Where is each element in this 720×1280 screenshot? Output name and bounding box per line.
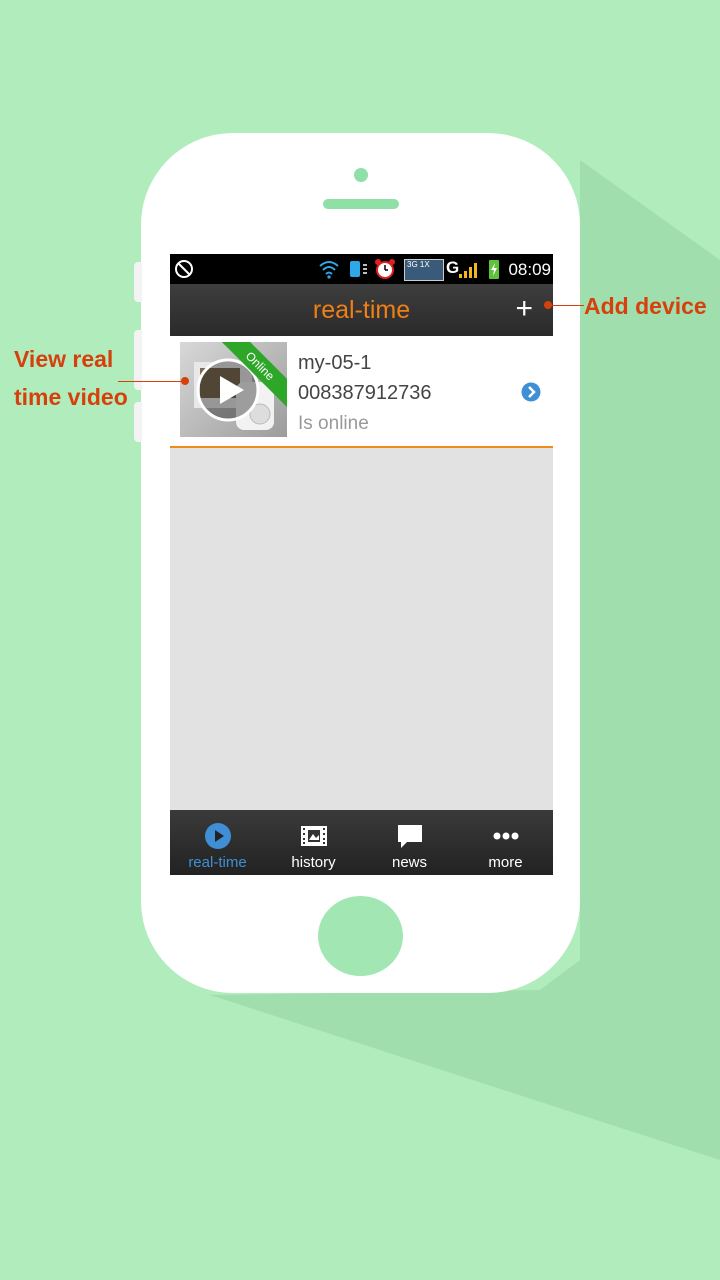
tab-label: history [291, 854, 336, 871]
device-status: Is online [298, 413, 369, 434]
bottom-tab-bar: real-time history news more [170, 810, 553, 875]
chat-bubble-icon [398, 825, 422, 848]
wifi-icon [319, 261, 339, 279]
phone-camera [354, 168, 368, 182]
network-badge: 3G 1X [404, 259, 444, 281]
annotation-view-video-line2: time video [14, 384, 128, 410]
annotation-connector [548, 305, 584, 306]
tab-label: real-time [188, 854, 247, 871]
more-dots-icon [493, 832, 519, 840]
annotation-dot [181, 377, 189, 385]
network-badge-text: 3G 1X [407, 260, 430, 269]
annotation-view-video-line1: View real [14, 346, 114, 372]
alarm-icon [375, 259, 395, 279]
tab-more[interactable]: more [458, 810, 553, 875]
device-id: 008387912736 [298, 382, 432, 404]
status-time: 08:09 [508, 260, 551, 279]
device-thumbnail[interactable]: Online [180, 342, 287, 437]
film-icon [301, 826, 327, 846]
play-circle-icon [205, 823, 231, 849]
app-screen: 3G 1X G 08:09 real-time + Online my-05-1… [170, 254, 553, 875]
phone-home-button [318, 896, 403, 976]
device-list-item[interactable]: Online my-05-1 008387912736 Is online [170, 336, 553, 448]
annotation-add-device: Add device [584, 293, 707, 319]
tab-label: news [391, 854, 428, 871]
annotation-connector [118, 381, 184, 382]
status-bar: 3G 1X G 08:09 [170, 254, 553, 284]
device-name: my-05-1 [298, 352, 372, 374]
tab-news[interactable]: news [362, 810, 457, 875]
tab-history[interactable]: history [266, 810, 361, 875]
phone-side-button [134, 262, 142, 302]
tab-label: more [488, 854, 523, 871]
page-title: real-time [312, 296, 411, 324]
phone-speaker [323, 199, 399, 209]
vibrate-icon [350, 261, 367, 277]
chevron-right-icon[interactable] [521, 382, 541, 402]
app-header: real-time + [170, 284, 553, 336]
tab-real-time[interactable]: real-time [170, 810, 265, 875]
sync-off-icon [175, 260, 193, 278]
add-device-button[interactable]: + [515, 292, 533, 326]
annotation-dot [544, 301, 552, 309]
phone-side-button [134, 402, 142, 442]
signal-icon [459, 263, 477, 278]
battery-icon [489, 260, 499, 279]
